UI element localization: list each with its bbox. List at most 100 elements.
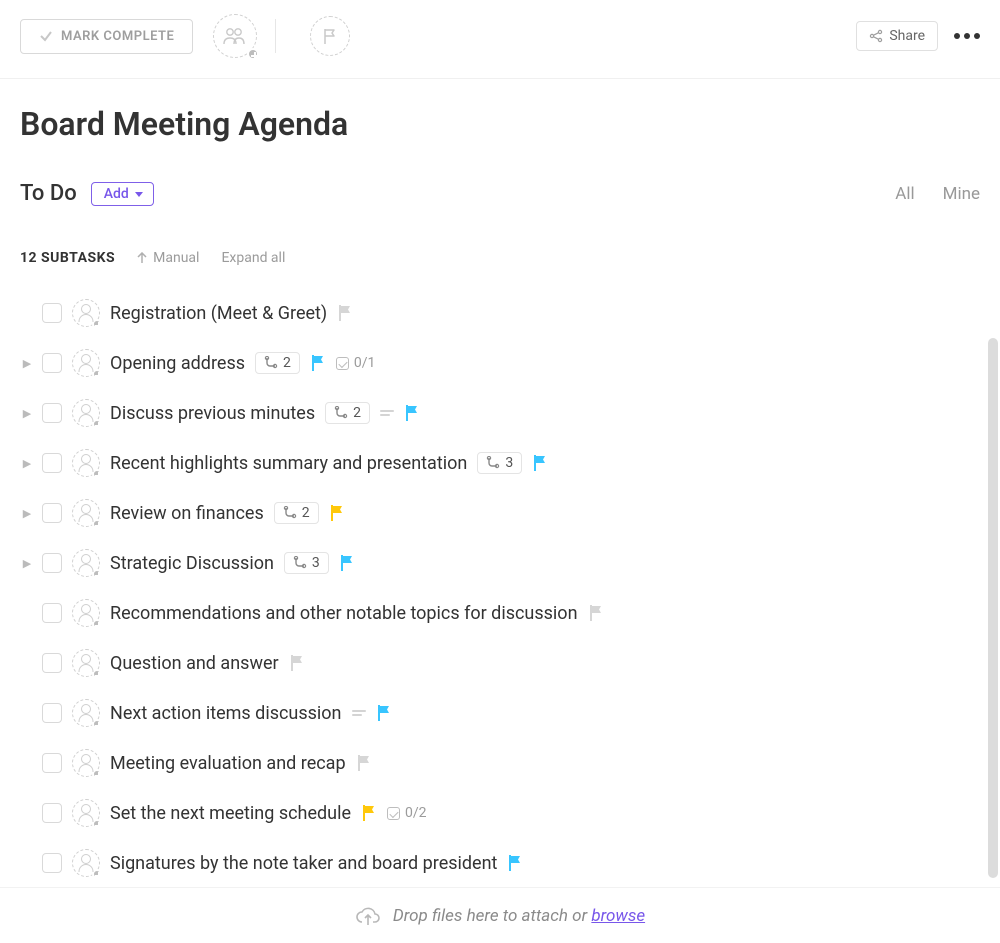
assignee-button[interactable] [72,349,100,377]
subtask-count-badge[interactable]: 2 [274,502,319,524]
task-checkbox[interactable] [42,853,62,873]
scope-all-tab[interactable]: All [895,184,914,204]
priority-flag-icon[interactable] [376,704,392,722]
subtask-count-badge[interactable]: 2 [255,352,300,374]
expand-caret-icon[interactable]: ▶ [22,457,32,470]
task-row[interactable]: ▶ Review on finances 2 [10,488,990,538]
priority-flag-icon[interactable] [588,604,604,622]
priority-flag-icon[interactable] [337,304,353,322]
add-task-label: Add [104,186,129,202]
task-title[interactable]: Set the next meeting schedule [110,803,351,824]
task-row[interactable]: Next action items discussion [10,688,990,738]
more-dot-icon [964,33,970,39]
arrow-up-icon [137,252,147,264]
share-button[interactable]: Share [856,21,938,51]
task-row[interactable]: Recommendations and other notable topics… [10,588,990,638]
assign-people-button[interactable] [213,14,257,58]
priority-flag-icon[interactable] [289,654,305,672]
add-task-button[interactable]: Add [91,182,154,206]
subtask-count-badge[interactable]: 2 [325,402,370,424]
task-title[interactable]: Registration (Meet & Greet) [110,303,327,324]
assignee-button[interactable] [72,699,100,727]
expand-all-button[interactable]: Expand all [221,250,285,266]
task-row[interactable]: ▶ Discuss previous minutes 2 [10,388,990,438]
task-row[interactable]: ▶ Strategic Discussion 3 [10,538,990,588]
add-badge-icon [92,569,102,579]
assignee-button[interactable] [72,299,100,327]
task-title[interactable]: Recommendations and other notable topics… [110,603,578,624]
priority-flag-icon[interactable] [361,804,377,822]
task-row[interactable]: Meeting evaluation and recap [10,738,990,788]
mark-complete-button[interactable]: Mark Complete [20,19,193,54]
section-name[interactable]: To Do [20,181,77,206]
assignee-button[interactable] [72,749,100,777]
task-title[interactable]: Strategic Discussion [110,553,274,574]
assignee-button[interactable] [72,849,100,877]
priority-flag-icon[interactable] [339,554,355,572]
checklist-indicator[interactable]: 0/2 [387,805,427,821]
task-checkbox[interactable] [42,453,62,473]
add-badge-icon [92,419,102,429]
task-title[interactable]: Discuss previous minutes [110,403,315,424]
assignee-button[interactable] [72,399,100,427]
task-checkbox[interactable] [42,353,62,373]
add-badge-icon [92,769,102,779]
share-icon [869,29,883,43]
add-badge-icon [92,719,102,729]
assignee-button[interactable] [72,549,100,577]
task-title[interactable]: Question and answer [110,653,279,674]
priority-flag-icon[interactable] [404,404,420,422]
task-row[interactable]: ▶ Recent highlights summary and presentat… [10,438,990,488]
task-row[interactable]: Set the next meeting schedule 0/2 [10,788,990,838]
expand-caret-icon[interactable]: ▶ [22,557,32,570]
add-badge-icon [92,869,102,879]
browse-link[interactable]: browse [591,906,645,926]
task-title[interactable]: Recent highlights summary and presentati… [110,453,467,474]
expand-caret-icon[interactable]: ▶ [22,407,32,420]
task-checkbox[interactable] [42,803,62,823]
task-title[interactable]: Review on finances [110,503,264,524]
assignee-button[interactable] [72,799,100,827]
assignee-button[interactable] [72,649,100,677]
more-actions-button[interactable] [954,33,980,39]
task-row[interactable]: Question and answer [10,638,990,688]
task-title[interactable]: Signatures by the note taker and board p… [110,853,497,874]
assignee-button[interactable] [72,599,100,627]
attachment-dropzone[interactable]: Drop files here to attach or browse [0,887,1000,943]
priority-flag-icon[interactable] [507,854,523,872]
task-checkbox[interactable] [42,403,62,423]
checklist-indicator[interactable]: 0/1 [336,355,376,371]
page-title[interactable]: Board Meeting Agenda [20,105,980,143]
task-checkbox[interactable] [42,753,62,773]
add-badge-icon [92,469,102,479]
expand-caret-icon[interactable]: ▶ [22,507,32,520]
priority-flag-icon[interactable] [329,504,345,522]
priority-flag-icon[interactable] [356,754,372,772]
priority-flag-icon[interactable] [310,354,326,372]
mark-complete-label: Mark Complete [61,29,174,44]
expand-caret-icon[interactable]: ▶ [22,357,32,370]
priority-flag-icon[interactable] [532,454,548,472]
scope-mine-tab[interactable]: Mine [943,184,980,204]
subtask-count-badge[interactable]: 3 [477,452,522,474]
task-row[interactable]: Signatures by the note taker and board p… [10,838,990,888]
task-checkbox[interactable] [42,303,62,323]
assignee-button[interactable] [72,449,100,477]
task-title[interactable]: Next action items discussion [110,703,342,724]
sort-button[interactable]: Manual [137,250,199,266]
assignee-button[interactable] [72,499,100,527]
description-icon [380,410,394,416]
task-title[interactable]: Opening address [110,353,245,374]
task-checkbox[interactable] [42,603,62,623]
task-title[interactable]: Meeting evaluation and recap [110,753,346,774]
task-row[interactable]: Registration (Meet & Greet) [10,288,990,338]
scrollbar[interactable] [988,338,998,878]
task-checkbox[interactable] [42,503,62,523]
subtask-count-badge[interactable]: 3 [284,552,329,574]
task-checkbox[interactable] [42,553,62,573]
task-row[interactable]: ▶ Opening address 2 0/1 [10,338,990,388]
toolbar-divider [275,19,276,53]
task-checkbox[interactable] [42,703,62,723]
task-checkbox[interactable] [42,653,62,673]
set-flag-button[interactable] [310,16,350,56]
